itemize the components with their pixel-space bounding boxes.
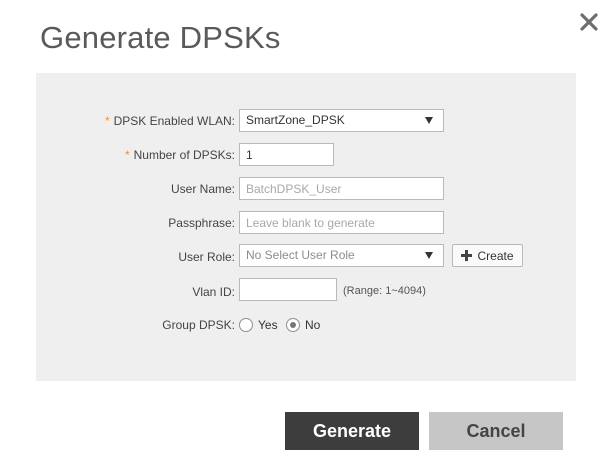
plus-icon	[461, 250, 473, 261]
wlan-select-value: SmartZone_DPSK	[246, 113, 345, 127]
user-role-select-value: No Select User Role	[246, 248, 355, 262]
required-mark: *	[104, 114, 110, 128]
vlan-input[interactable]	[239, 278, 337, 301]
user-role-select[interactable]: No Select User Role	[239, 244, 444, 267]
vlan-range-hint: (Range: 1~4094)	[343, 285, 426, 297]
generate-button[interactable]: Generate	[285, 412, 419, 450]
group-dpsk-yes-label: Yes	[258, 318, 278, 332]
dialog-title: Generate DPSKs	[40, 20, 281, 55]
group-dpsk-yes-radio[interactable]	[239, 318, 253, 332]
create-role-label: Create	[477, 248, 514, 263]
dropdown-arrow-icon	[425, 117, 433, 124]
wlan-label: * DPSK Enabled WLAN:	[104, 114, 235, 128]
username-input[interactable]	[239, 177, 444, 200]
wlan-select[interactable]: SmartZone_DPSK	[239, 109, 444, 132]
num-dpsks-input[interactable]	[239, 143, 334, 166]
cancel-button[interactable]: Cancel	[429, 412, 563, 450]
group-dpsk-no-label: No	[305, 318, 321, 332]
passphrase-label: Passphrase:	[168, 216, 235, 230]
group-dpsk-label: Group DPSK:	[162, 318, 235, 332]
user-role-label: User Role:	[178, 250, 235, 264]
dropdown-arrow-icon	[425, 252, 433, 259]
passphrase-input[interactable]	[239, 211, 444, 234]
required-mark: *	[124, 148, 130, 162]
group-dpsk-no-radio[interactable]	[286, 318, 300, 332]
create-role-button[interactable]: Create	[452, 244, 523, 267]
username-label: User Name:	[170, 182, 235, 196]
vlan-label: Vlan ID:	[192, 285, 235, 299]
num-dpsks-label: * Number of DPSKs:	[124, 148, 235, 162]
close-icon[interactable]	[575, 8, 603, 36]
